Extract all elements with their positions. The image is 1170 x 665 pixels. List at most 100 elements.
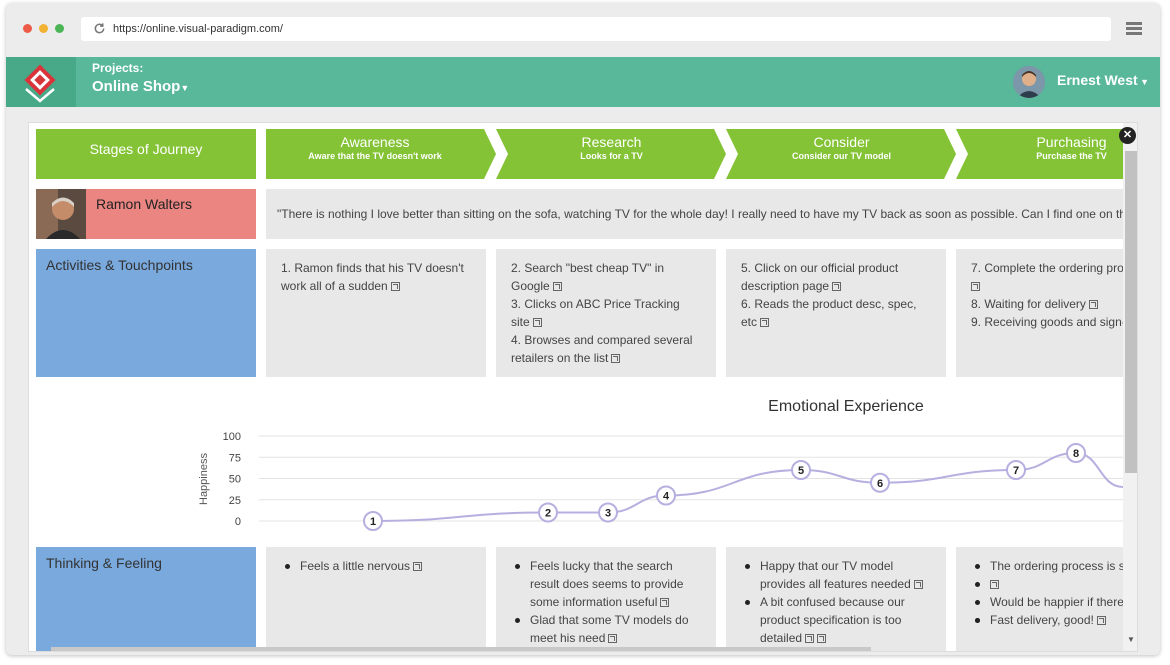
external-link-icon[interactable] [832, 282, 842, 291]
edit-note-icon[interactable] [990, 580, 999, 589]
thinking-row-label[interactable]: Thinking & Feeling [36, 547, 256, 651]
thinking-cell-consider[interactable]: Happy that our TV model provides all fea… [726, 547, 946, 651]
activity-item: 2. Search "best cheap TV" in Google [511, 261, 665, 293]
feeling-item: Glad that some TV models do meet his nee… [511, 611, 701, 647]
stage-title: Consider [813, 134, 870, 150]
emotion-point-label: 4 [663, 491, 670, 503]
persona-quote: "There is nothing I love better than sit… [277, 207, 1126, 221]
app-header: Projects: Online Shop▼ Ernest West ▼ [6, 57, 1160, 107]
vertical-scrollbar[interactable]: ▼ [1123, 123, 1137, 651]
activity-item: 5. Click on our official product descrip… [741, 261, 899, 293]
user-name: Ernest West [1057, 72, 1138, 88]
stages-row-header[interactable]: Stages of Journey [36, 129, 256, 179]
stage-subtitle: Purchase the TV [1036, 151, 1107, 161]
y-tick-label: 0 [235, 516, 241, 528]
horizontal-scrollbar[interactable] [29, 647, 1123, 651]
stage-title: Research [581, 134, 642, 150]
stage-purchasing[interactable]: Purchasing Purchase the TV [969, 129, 1137, 179]
close-panel-button[interactable]: ✕ [1119, 127, 1136, 144]
url-text: https://online.visual-paradigm.com/ [113, 23, 283, 35]
emotion-point-label: 5 [798, 465, 804, 477]
activities-cell-research[interactable]: 2. Search "best cheap TV" in Google 3. C… [496, 249, 716, 377]
external-link-icon[interactable] [552, 282, 562, 291]
visual-paradigm-logo-icon [24, 64, 56, 103]
browser-chrome: https://online.visual-paradigm.com/ [6, 3, 1160, 57]
activity-item: 4. Browses and compared several retailer… [511, 333, 693, 365]
chart-title: Emotional Experience [768, 398, 924, 415]
y-tick-label: 75 [229, 452, 241, 464]
thinking-cell-purchasing[interactable]: The ordering process is s Would be happi… [956, 547, 1126, 651]
feeling-item: Fast delivery, good! [971, 611, 1126, 629]
edit-note-icon[interactable] [608, 634, 618, 643]
edit-note-icon[interactable] [413, 562, 423, 571]
activity-item: 6. Reads the product desc, spec, etc [741, 297, 917, 329]
user-avatar[interactable] [1013, 66, 1045, 98]
external-link-icon[interactable] [817, 634, 827, 643]
stage-awareness[interactable]: Awareness Aware that the TV doesn't work [266, 129, 484, 179]
activity-item [971, 277, 1126, 295]
user-dropdown-icon: ▼ [1137, 77, 1150, 87]
persona-card[interactable]: Ramon Walters [36, 189, 256, 239]
emotional-experience-chart: Emotional ExperienceHappiness1007550250 1… [198, 398, 1123, 531]
thinking-cell-research[interactable]: Feels lucky that the search result does … [496, 547, 716, 651]
activity-item: 1. Ramon finds that his TV doesn't work … [281, 261, 464, 293]
activity-item: 3. Clicks on ABC Price Tracking site [511, 297, 680, 329]
project-name: Online Shop [92, 78, 181, 95]
edit-note-icon[interactable] [660, 598, 670, 607]
stage-consider[interactable]: Consider Consider our TV model [739, 129, 944, 179]
hamburger-menu-icon[interactable] [1126, 22, 1142, 35]
edit-note-icon[interactable] [805, 634, 815, 643]
y-tick-label: 50 [229, 474, 241, 486]
feeling-item: A bit confused because our product speci… [741, 593, 931, 647]
y-axis-label: Happiness [198, 453, 210, 505]
activity-item: 8. Waiting for delivery [971, 295, 1126, 313]
reload-icon[interactable] [93, 22, 106, 35]
stages-header-label: Stages of Journey [89, 141, 203, 157]
project-selector[interactable]: Online Shop▼ [92, 78, 189, 95]
scroll-down-arrow-icon[interactable]: ▼ [1127, 635, 1135, 644]
maximize-window-dot[interactable] [55, 24, 64, 33]
feeling-item: Happy that our TV model provides all fea… [741, 557, 931, 593]
emotion-point-label: 7 [1013, 465, 1019, 477]
app-logo[interactable] [6, 57, 76, 107]
external-link-icon[interactable] [1088, 300, 1098, 309]
activities-cell-awareness[interactable]: 1. Ramon finds that his TV doesn't work … [266, 249, 486, 377]
thinking-cell-awareness[interactable]: Feels a little nervous [266, 547, 486, 651]
external-link-icon[interactable] [760, 318, 770, 327]
activities-cell-purchasing[interactable]: 7. Complete the ordering pro 8. Waiting … [956, 249, 1126, 377]
minimize-window-dot[interactable] [39, 24, 48, 33]
feeling-item: Feels a little nervous [281, 557, 471, 575]
emotion-point-label: 8 [1073, 448, 1079, 460]
horizontal-scroll-thumb[interactable] [51, 647, 871, 651]
activity-item: 9. Receiving goods and sign- [971, 315, 1126, 329]
stage-subtitle: Aware that the TV doesn't work [308, 151, 442, 161]
address-bar[interactable]: https://online.visual-paradigm.com/ [81, 17, 1111, 41]
external-link-icon[interactable] [390, 282, 400, 291]
persona-quote-cell[interactable]: "There is nothing I love better than sit… [266, 189, 1126, 239]
external-link-icon[interactable] [611, 354, 621, 363]
persona-photo [36, 189, 86, 239]
external-link-icon[interactable] [971, 282, 980, 291]
browser-window: https://online.visual-paradigm.com/ Proj… [6, 3, 1160, 655]
vertical-scroll-thumb[interactable] [1125, 151, 1137, 473]
y-tick-label: 100 [223, 431, 241, 443]
edit-note-icon[interactable] [913, 580, 923, 589]
external-link-icon[interactable] [532, 318, 542, 327]
persona-name: Ramon Walters [96, 196, 192, 212]
stage-research[interactable]: Research Looks for a TV [509, 129, 714, 179]
activities-cell-consider[interactable]: 5. Click on our official product descrip… [726, 249, 946, 377]
close-window-dot[interactable] [23, 24, 32, 33]
emotion-point-label: 2 [545, 508, 551, 520]
stage-title: Awareness [340, 134, 410, 150]
emotion-point-label: 3 [605, 508, 611, 520]
activity-item: 7. Complete the ordering pro [971, 261, 1124, 275]
feeling-item: The ordering process is s [971, 557, 1126, 575]
journey-map-canvas: Stages of Journey Awareness Aware that t… [28, 122, 1138, 652]
edit-note-icon[interactable] [1096, 616, 1106, 625]
stage-subtitle: Looks for a TV [580, 151, 643, 161]
feeling-item: Would be happier if there discount [971, 593, 1126, 611]
user-menu[interactable]: Ernest West ▼ [1057, 72, 1149, 88]
activities-row-label[interactable]: Activities & Touchpoints [36, 249, 256, 377]
close-icon: ✕ [1122, 129, 1133, 141]
projects-label: Projects: [92, 61, 144, 75]
